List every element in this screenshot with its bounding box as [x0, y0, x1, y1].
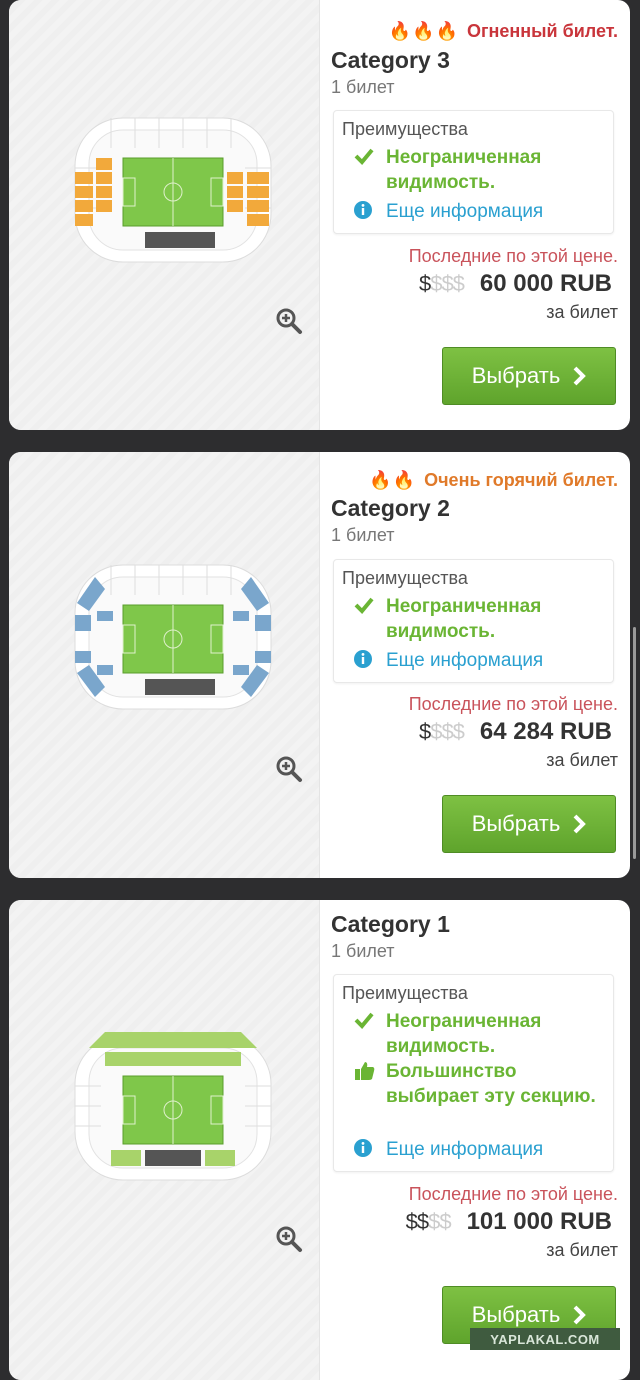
ticket-card-category-1: Category 1 1 билет Преимущества Неограни…	[9, 900, 630, 1380]
select-button[interactable]: Выбрать	[442, 795, 616, 853]
stadium-map[interactable]	[61, 555, 285, 719]
stadium-map-pane	[9, 900, 320, 1380]
heat-label: Огненный билет.	[467, 20, 618, 41]
chevron-right-icon	[573, 1305, 587, 1325]
per-ticket-label: за билет	[546, 750, 618, 770]
category-title: Category 1	[331, 911, 450, 937]
price-level: $$$$	[405, 1209, 452, 1234]
heat-badge: 🔥🔥 Очень горячий билет.	[369, 467, 618, 493]
stadium-map[interactable]	[61, 1026, 285, 1190]
advantages-title: Преимущества	[342, 568, 468, 588]
fire-icon: 🔥🔥🔥	[388, 20, 460, 41]
advantages-title: Преимущества	[342, 983, 468, 1003]
watermark: YAPLAKAL.COM	[470, 1328, 620, 1350]
per-ticket-label: за билет	[546, 1240, 618, 1260]
last-at-price: Последние по этой цене.	[408, 1184, 618, 1204]
ticket-quantity: 1 билет	[331, 77, 395, 97]
checkmark-icon	[354, 1009, 386, 1059]
fire-icon: 🔥🔥	[369, 469, 417, 490]
stadium-map[interactable]	[61, 108, 285, 272]
ticket-price: 64 284 RUB	[479, 718, 612, 745]
price-level: $$$$	[418, 271, 465, 296]
more-info-link[interactable]: Еще информация	[354, 648, 607, 673]
chevron-right-icon	[573, 814, 587, 834]
zoom-in-icon[interactable]	[275, 307, 303, 335]
stadium-map-pane	[9, 452, 320, 878]
last-at-price: Последние по этой цене.	[408, 246, 618, 266]
price-level: $$$$	[418, 719, 465, 744]
advantage-text: Большинство выбирает эту секцию.	[386, 1061, 596, 1107]
info-icon	[354, 199, 386, 224]
heat-label: Очень горячий билет.	[424, 469, 618, 490]
price-row: $$$$ 64 284 RUB	[419, 718, 612, 746]
advantages-box: Преимущества Неограниченная видимость. Е…	[333, 559, 614, 683]
ticket-price: 101 000 RUB	[466, 1208, 612, 1235]
price-row: $$$$ 60 000 RUB	[419, 270, 612, 298]
more-info-link[interactable]: Еще информация	[354, 199, 607, 224]
ticket-quantity: 1 билет	[331, 525, 395, 545]
advantage-text: Неограниченная видимость.	[386, 147, 542, 193]
category-title: Category 3	[331, 47, 450, 73]
checkmark-icon	[354, 594, 386, 644]
more-info-link[interactable]: Еще информация	[354, 1137, 607, 1162]
advantage-text: Неограниченная видимость.	[386, 1011, 542, 1057]
stadium-map-pane	[9, 0, 320, 430]
thumbs-up-icon	[354, 1059, 386, 1109]
category-title: Category 2	[331, 495, 450, 521]
info-icon	[354, 1137, 386, 1162]
per-ticket-label: за билет	[546, 302, 618, 322]
checkmark-icon	[354, 145, 386, 195]
zoom-in-icon[interactable]	[275, 1225, 303, 1253]
heat-badge: 🔥🔥🔥 Огненный билет.	[389, 18, 618, 44]
ticket-price: 60 000 RUB	[479, 270, 612, 297]
zoom-in-icon[interactable]	[275, 755, 303, 783]
advantage-text: Неограниченная видимость.	[386, 596, 542, 642]
advantages-box: Преимущества Неограниченная видимость. Б…	[333, 974, 614, 1172]
ticket-card-category-2: 🔥🔥 Очень горячий билет. Category 2 1 бил…	[9, 452, 630, 878]
last-at-price: Последние по этой цене.	[408, 694, 618, 714]
advantages-box: Преимущества Неограниченная видимость. Е…	[333, 110, 614, 234]
advantages-title: Преимущества	[342, 119, 468, 139]
chevron-right-icon	[573, 366, 587, 386]
info-icon	[354, 648, 386, 673]
scrollbar[interactable]	[633, 627, 636, 859]
ticket-card-category-3: 🔥🔥🔥 Огненный билет. Category 3 1 билет П…	[9, 0, 630, 430]
ticket-quantity: 1 билет	[331, 941, 395, 961]
select-button[interactable]: Выбрать	[442, 347, 616, 405]
price-row: $$$$ 101 000 RUB	[406, 1208, 612, 1236]
